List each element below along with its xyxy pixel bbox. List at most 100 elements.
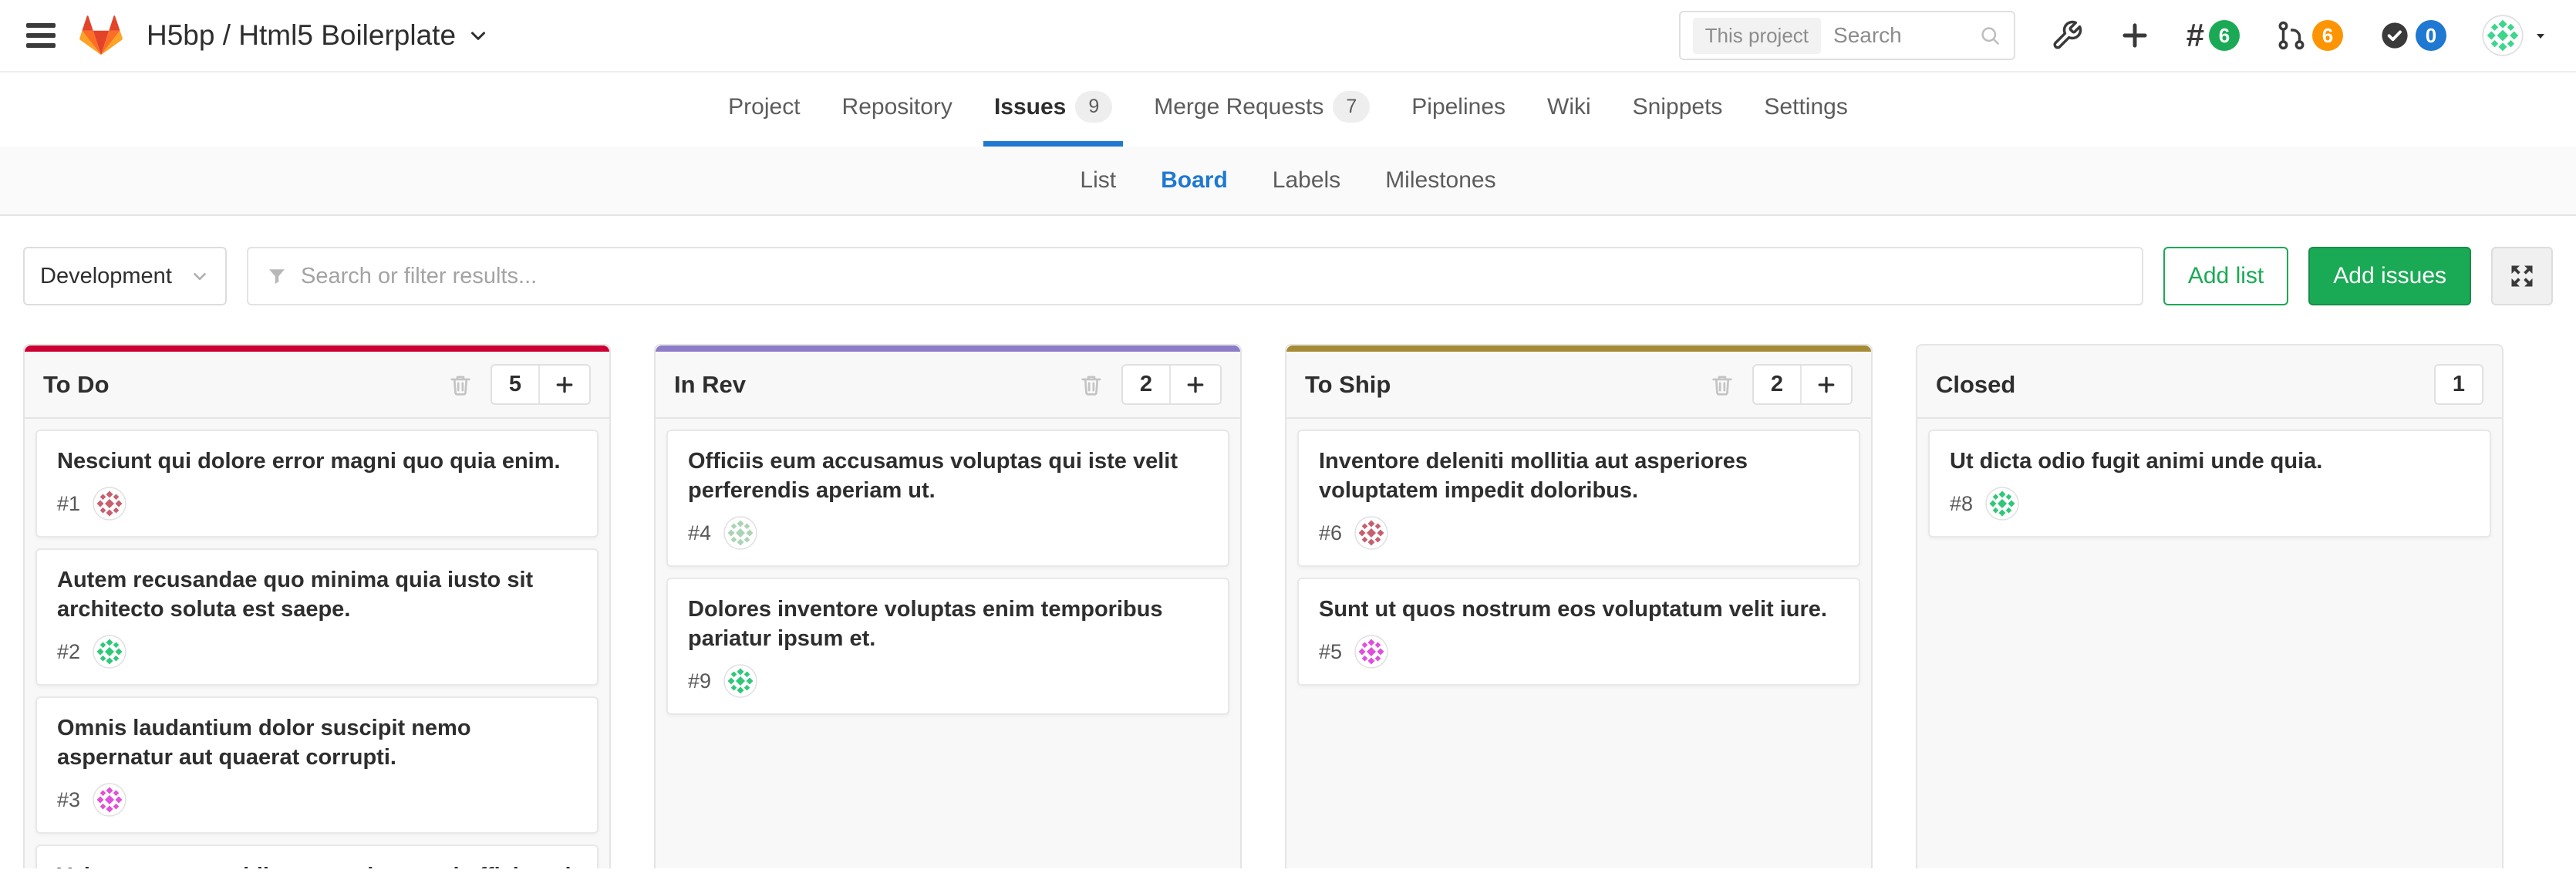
issue-card[interactable]: Officiis eum accusamus voluptas qui iste… (666, 430, 1229, 567)
issue-number: #3 (57, 788, 80, 812)
gitlab-issue-board-page: H5bp / Html5 Boilerplate This project # … (0, 0, 2576, 890)
issue-number: #5 (1319, 640, 1342, 664)
delete-list-icon[interactable] (1078, 372, 1104, 398)
assignee-avatar (1985, 487, 2019, 521)
user-avatar (2482, 15, 2524, 56)
assignee-avatar (723, 664, 757, 698)
issues-counter[interactable]: # 6 (2187, 19, 2240, 52)
issue-card[interactable]: Autem recusandae quo minima quia iusto s… (35, 548, 598, 686)
add-issues-button[interactable]: Add issues (2308, 247, 2471, 305)
new-plus-icon[interactable] (2119, 19, 2151, 52)
column-count: 5 (492, 366, 538, 403)
issue-number: #2 (57, 640, 80, 664)
subnav-list[interactable]: List (1080, 167, 1116, 194)
tab-pipelines[interactable]: Pipelines (1401, 72, 1516, 147)
menu-icon[interactable] (26, 23, 56, 48)
new-issue-button[interactable] (1800, 366, 1851, 403)
assignee-avatar (93, 635, 126, 669)
issue-number: #4 (688, 521, 711, 545)
column-header: To Ship 2 (1286, 346, 1871, 419)
search-icon (1978, 24, 2001, 47)
board-selector-label: Development (40, 264, 172, 289)
board-column-todo: To Do 5 Nesciunt qui dolore error magni … (23, 344, 611, 868)
tab-issues[interactable]: Issues 9 (983, 72, 1123, 147)
issue-number: #1 (57, 492, 80, 516)
board-selector-dropdown[interactable]: Development (23, 247, 227, 305)
issue-card[interactable]: Dolores inventore voluptas enim temporib… (666, 578, 1229, 715)
assignee-avatar (1354, 635, 1388, 669)
todo-check-icon (2379, 19, 2411, 52)
issue-board: To Do 5 Nesciunt qui dolore error magni … (0, 344, 2576, 868)
issue-card[interactable]: Nesciunt qui dolore error magni quo quia… (35, 430, 598, 538)
gitlab-logo[interactable] (79, 14, 123, 57)
board-column-to-ship: To Ship 2 Inventore deleniti mollitia au… (1285, 344, 1873, 868)
tab-settings[interactable]: Settings (1753, 72, 1858, 147)
global-search-input[interactable] (1833, 23, 1966, 48)
tab-project[interactable]: Project (717, 72, 811, 147)
column-count-pill: 1 (2434, 364, 2483, 405)
board-column-closed: Closed 1 Ut dicta odio fugit animi unde … (1916, 344, 2504, 868)
column-title: In Rev (674, 371, 746, 399)
issue-number: #9 (688, 669, 711, 693)
plus-icon (554, 374, 575, 396)
tab-merge-requests[interactable]: Merge Requests 7 (1143, 72, 1381, 147)
issue-filter-field[interactable] (247, 247, 2143, 305)
project-title-text: H5bp / Html5 Boilerplate (147, 19, 456, 52)
caret-down-icon (2531, 26, 2550, 45)
global-search[interactable]: This project (1679, 11, 2015, 60)
expand-icon (2508, 262, 2536, 290)
todos-counter[interactable]: 0 (2379, 19, 2446, 52)
tab-snippets[interactable]: Snippets (1622, 72, 1734, 147)
mr-count-badge: 6 (2312, 20, 2343, 51)
filter-funnel-icon (265, 265, 288, 288)
new-issue-button[interactable] (1169, 366, 1220, 403)
chevron-down-icon (467, 24, 490, 47)
search-scope-chip: This project (1693, 18, 1821, 54)
plus-icon (1816, 374, 1837, 396)
column-count-pill: 2 (1121, 364, 1222, 405)
issue-card[interactable]: Voluptates ut cupiditate possimus qui of… (35, 844, 598, 868)
subnav-milestones[interactable]: Milestones (1385, 167, 1495, 194)
card-list: Inventore deleniti mollitia aut asperior… (1286, 419, 1871, 696)
column-title: Closed (1936, 371, 2015, 399)
issues-subnav: List Board Labels Milestones (0, 147, 2576, 216)
delete-list-icon[interactable] (447, 372, 474, 398)
project-nav: Project Repository Issues 9 Merge Reques… (0, 72, 2576, 147)
tab-repository[interactable]: Repository (831, 72, 963, 147)
merge-request-icon (2275, 19, 2308, 52)
subnav-labels[interactable]: Labels (1273, 167, 1340, 194)
card-list: Nesciunt qui dolore error magni quo quia… (25, 419, 609, 868)
issues-hash-icon: # (2187, 19, 2204, 52)
todo-count-badge: 0 (2416, 20, 2446, 51)
column-count-pill: 2 (1752, 364, 1853, 405)
column-count: 1 (2436, 366, 2482, 403)
fullscreen-button[interactable] (2491, 247, 2553, 305)
column-header: To Do 5 (25, 346, 609, 419)
new-issue-button[interactable] (538, 366, 589, 403)
issue-card[interactable]: Inventore deleniti mollitia aut asperior… (1297, 430, 1860, 567)
assignee-avatar (723, 516, 757, 550)
card-list: Ut dicta odio fugit animi unde quia. #8 (1917, 419, 2502, 548)
issue-card[interactable]: Sunt ut quos nostrum eos voluptatum veli… (1297, 578, 1860, 686)
column-header: Closed 1 (1917, 346, 2502, 419)
tab-wiki[interactable]: Wiki (1536, 72, 1602, 147)
issue-number: #6 (1319, 521, 1342, 545)
subnav-board[interactable]: Board (1161, 167, 1228, 194)
issues-nav-badge: 9 (1075, 91, 1112, 123)
column-count-pill: 5 (491, 364, 591, 405)
issue-card[interactable]: Omnis laudantium dolor suscipit nemo asp… (35, 696, 598, 834)
card-list: Officiis eum accusamus voluptas qui iste… (656, 419, 1240, 726)
board-column-in-rev: In Rev 2 Officiis eum accusamus voluptas… (654, 344, 1242, 868)
merge-requests-counter[interactable]: 6 (2275, 19, 2343, 52)
board-filter-bar: Development Add list Add issues (0, 216, 2576, 344)
assignee-avatar (93, 487, 126, 521)
column-count: 2 (1123, 366, 1169, 403)
project-breadcrumb[interactable]: H5bp / Html5 Boilerplate (147, 19, 490, 52)
issue-number: #8 (1950, 492, 1973, 516)
admin-wrench-icon[interactable] (2051, 19, 2083, 52)
issue-filter-input[interactable] (301, 264, 2125, 289)
issue-card[interactable]: Ut dicta odio fugit animi unde quia. #8 (1928, 430, 2491, 538)
add-list-button[interactable]: Add list (2163, 247, 2288, 305)
delete-list-icon[interactable] (1709, 372, 1735, 398)
user-menu[interactable] (2482, 15, 2550, 56)
